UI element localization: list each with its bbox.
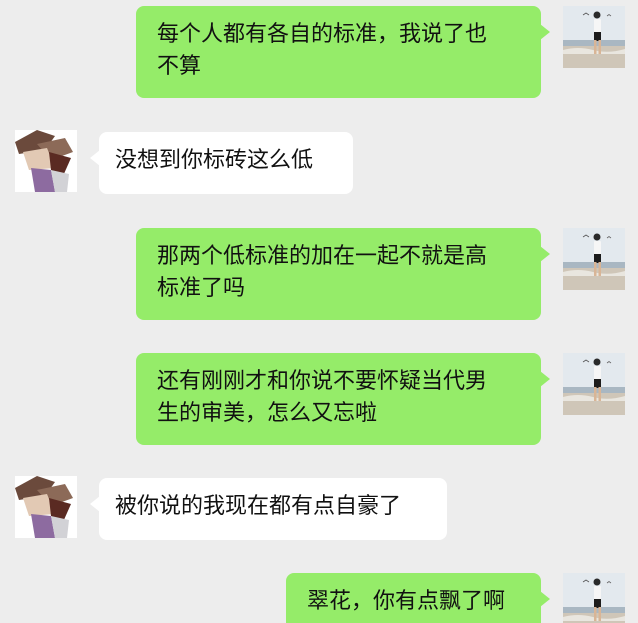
my-avatar[interactable] — [563, 353, 625, 415]
bubble-tail — [540, 246, 550, 262]
bubble-tail — [90, 150, 100, 166]
bubble-tail — [540, 24, 550, 40]
beach-photo-avatar-icon — [563, 6, 625, 68]
message-text-line: 那两个低标准的加在一起不就是高 — [157, 244, 488, 269]
message-text-line: 没想到你标砖这么低 — [115, 148, 314, 173]
my-avatar[interactable] — [563, 228, 625, 290]
message-bubble-sent[interactable]: 翠花，你有点飘了啊 — [286, 573, 550, 623]
bubble-tail — [90, 496, 100, 512]
my-avatar[interactable] — [563, 573, 625, 623]
message-bubble-sent[interactable]: 还有刚刚才和你说不要怀疑当代男 生的审美，怎么又忘啦 — [136, 353, 550, 445]
beach-photo-avatar-icon — [563, 353, 625, 415]
message-text-line: 还有刚刚才和你说不要怀疑当代男 — [157, 369, 488, 394]
abstract-shapes-avatar-icon — [15, 476, 77, 538]
message-bubble-received[interactable]: 被你说的我现在都有点自豪了 — [90, 478, 447, 540]
contact-avatar[interactable] — [15, 476, 77, 538]
chat-window: 每个人都有各自的标准，我说了也 不算 没想到你标砖这么低 那两个低标准的加在一起… — [0, 0, 638, 623]
message-text-line: 每个人都有各自的标准，我说了也 — [157, 22, 488, 47]
message-text-line: 生的审美，怎么又忘啦 — [157, 401, 378, 426]
message-text-line: 不算 — [157, 54, 202, 79]
contact-avatar[interactable] — [15, 130, 77, 192]
message-bubble-received[interactable]: 没想到你标砖这么低 — [90, 132, 353, 194]
message-text-line: 标准了吗 — [157, 276, 246, 301]
message-bubble-sent[interactable]: 那两个低标准的加在一起不就是高 标准了吗 — [136, 228, 550, 320]
beach-photo-avatar-icon — [563, 228, 625, 290]
message-text-line: 翠花，你有点飘了啊 — [307, 589, 506, 614]
message-bubble-sent[interactable]: 每个人都有各自的标准，我说了也 不算 — [136, 6, 550, 98]
bubble-tail — [540, 591, 550, 607]
my-avatar[interactable] — [563, 6, 625, 68]
beach-photo-avatar-icon — [563, 573, 625, 623]
message-text-line: 被你说的我现在都有点自豪了 — [115, 494, 402, 519]
abstract-shapes-avatar-icon — [15, 130, 77, 192]
bubble-tail — [540, 371, 550, 387]
